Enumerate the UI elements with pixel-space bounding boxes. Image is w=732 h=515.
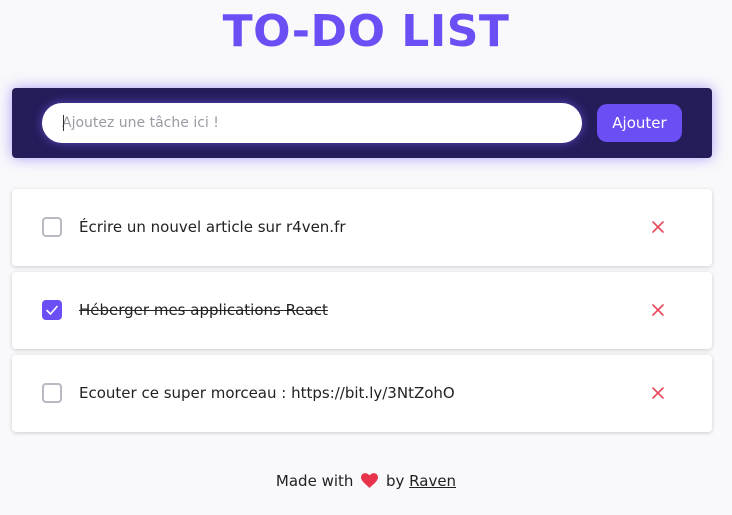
task-input[interactable] (42, 103, 582, 143)
delete-x-icon[interactable] (651, 220, 665, 234)
author-link[interactable]: Raven (409, 472, 456, 490)
task-item: Héberger mes applications React (12, 272, 712, 349)
task-text: Écrire un nouvel article sur r4ven.fr (79, 218, 346, 236)
task-text: Ecouter ce super morceau : https://bit.l… (79, 384, 455, 402)
heart-icon (361, 473, 379, 488)
text-caret (63, 115, 64, 131)
task-checkbox[interactable] (42, 383, 62, 403)
footer-prefix: Made with (275, 472, 354, 490)
check-icon (46, 305, 58, 315)
delete-x-icon[interactable] (651, 386, 665, 400)
task-item: Écrire un nouvel article sur r4ven.fr (12, 189, 712, 266)
task-text: Héberger mes applications React (79, 301, 328, 319)
add-task-button[interactable]: Ajouter (597, 104, 682, 142)
task-item: Ecouter ce super morceau : https://bit.l… (12, 355, 712, 432)
task-checkbox[interactable] (42, 217, 62, 237)
footer-by: by (385, 472, 405, 490)
add-task-panel: Ajouter (12, 88, 712, 158)
delete-x-icon[interactable] (651, 303, 665, 317)
task-checkbox-checked[interactable] (42, 300, 62, 320)
footer: Made with by Raven (0, 472, 732, 490)
page-title: TO-DO LIST (222, 6, 510, 57)
